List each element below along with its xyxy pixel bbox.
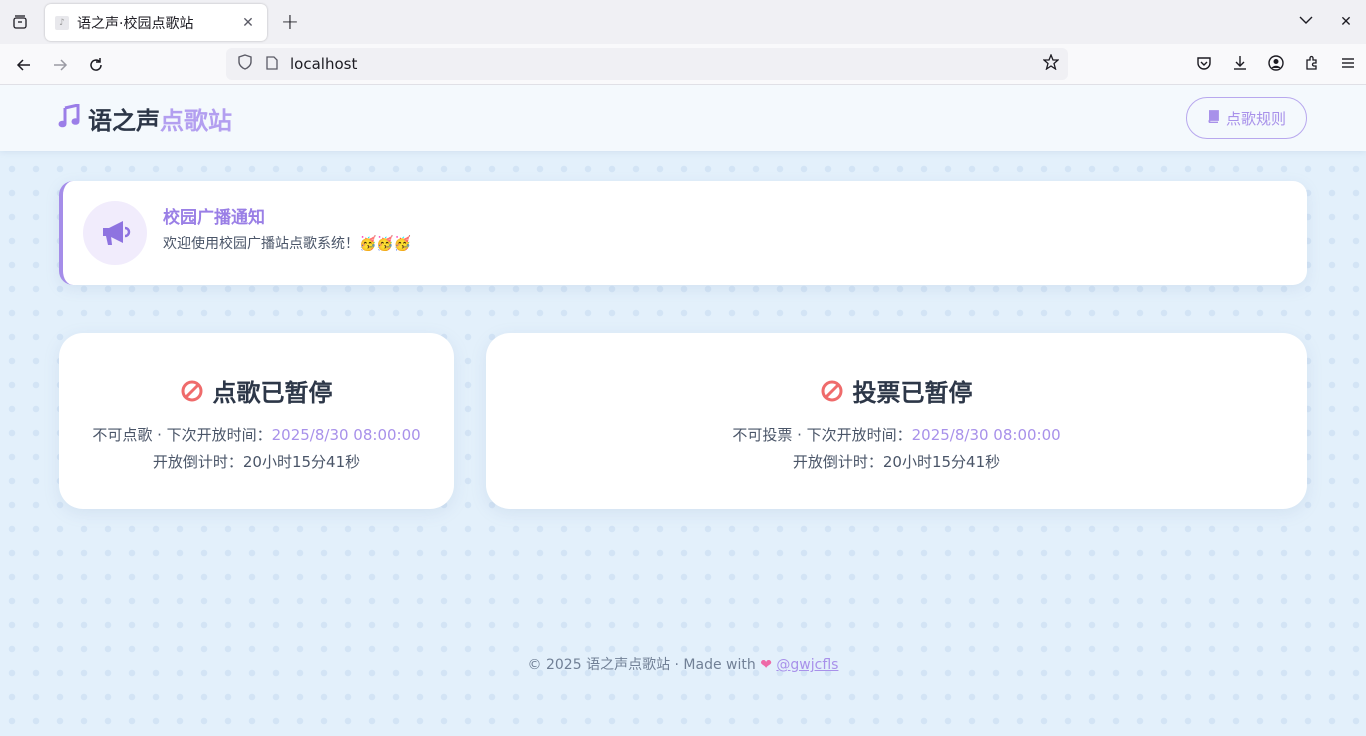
site-header: 语之声 点歌站 点歌规则: [0, 85, 1366, 151]
page-icon: [260, 55, 284, 74]
brand-logo[interactable]: 语之声 点歌站: [58, 101, 232, 136]
notice-title: 校园广播通知: [163, 208, 265, 228]
reload-icon[interactable]: [83, 52, 109, 78]
url-text[interactable]: localhost: [290, 55, 1034, 73]
heart-icon: ❤: [760, 657, 772, 673]
tab-title: 语之声·校园点歌站: [77, 15, 194, 32]
back-icon[interactable]: [11, 52, 37, 78]
extensions-icon[interactable]: [1294, 55, 1330, 75]
page-content: 语之声 点歌站 点歌规则 校园广播通知 欢迎使用校园广播站点歌系统！🥳🥳🥳 点歌已…: [0, 85, 1366, 736]
bookmark-star-icon[interactable]: [1034, 53, 1068, 74]
browser-tabbar: ♪ 语之声·校园点歌站 ✕ + ✕: [0, 0, 1366, 44]
broadcast-notice: 校园广播通知 欢迎使用校园广播站点歌系统！🥳🥳🥳: [59, 181, 1307, 285]
author-link[interactable]: @gwjcfls: [776, 657, 838, 673]
brand-accent: 点歌站: [160, 107, 232, 135]
vote-next-open-time: 2025/8/30 08:00:00: [911, 426, 1061, 444]
footer: © 2025 语之声点歌站 · Made with ❤ @gwjcfls: [0, 654, 1366, 674]
close-tab-icon[interactable]: ✕: [239, 15, 257, 31]
vote-card-title: 投票已暂停: [852, 379, 973, 407]
forward-icon[interactable]: [47, 52, 73, 78]
music-note-icon: [58, 102, 80, 134]
close-window-icon[interactable]: ✕: [1326, 14, 1366, 30]
megaphone-icon: [83, 201, 147, 265]
tab-list-icon[interactable]: [0, 0, 40, 44]
footer-text: © 2025 语之声点歌站 · Made with: [527, 657, 756, 673]
browser-navbar: localhost: [0, 44, 1366, 85]
vote-status-text: 不可投票 · 下次开放时间：: [732, 426, 912, 444]
shield-icon[interactable]: [230, 54, 260, 74]
pocket-icon[interactable]: [1186, 55, 1222, 75]
account-icon[interactable]: [1258, 54, 1294, 75]
song-card-title: 点歌已暂停: [212, 379, 333, 407]
list-all-tabs-icon[interactable]: [1286, 13, 1326, 31]
menu-icon[interactable]: [1330, 55, 1366, 75]
url-bar[interactable]: localhost: [226, 48, 1068, 80]
brand-name: 语之声: [88, 107, 160, 135]
vote-card: 投票已暂停 不可投票 · 下次开放时间：2025/8/30 08:00:00 开…: [486, 333, 1307, 509]
ban-icon: [821, 380, 842, 401]
notice-text: 欢迎使用校园广播站点歌系统！🥳🥳🥳: [163, 236, 412, 252]
book-icon: [1207, 109, 1219, 127]
song-rules-button[interactable]: 点歌规则: [1186, 97, 1307, 139]
browser-tab[interactable]: ♪ 语之声·校园点歌站 ✕: [45, 4, 267, 41]
song-next-open-time: 2025/8/30 08:00:00: [271, 426, 421, 444]
song-countdown: 开放倒计时：20小时15分41秒: [152, 453, 361, 471]
ban-icon: [181, 380, 202, 401]
favicon-icon: ♪: [55, 15, 69, 30]
song-rules-label: 点歌规则: [1225, 109, 1286, 128]
song-request-card: 点歌已暂停 不可点歌 · 下次开放时间：2025/8/30 08:00:00 开…: [59, 333, 454, 509]
downloads-icon[interactable]: [1222, 55, 1258, 75]
song-status-text: 不可点歌 · 下次开放时间：: [92, 426, 272, 444]
new-tab-button[interactable]: +: [278, 10, 302, 35]
vote-countdown: 开放倒计时：20小时15分41秒: [792, 453, 1001, 471]
